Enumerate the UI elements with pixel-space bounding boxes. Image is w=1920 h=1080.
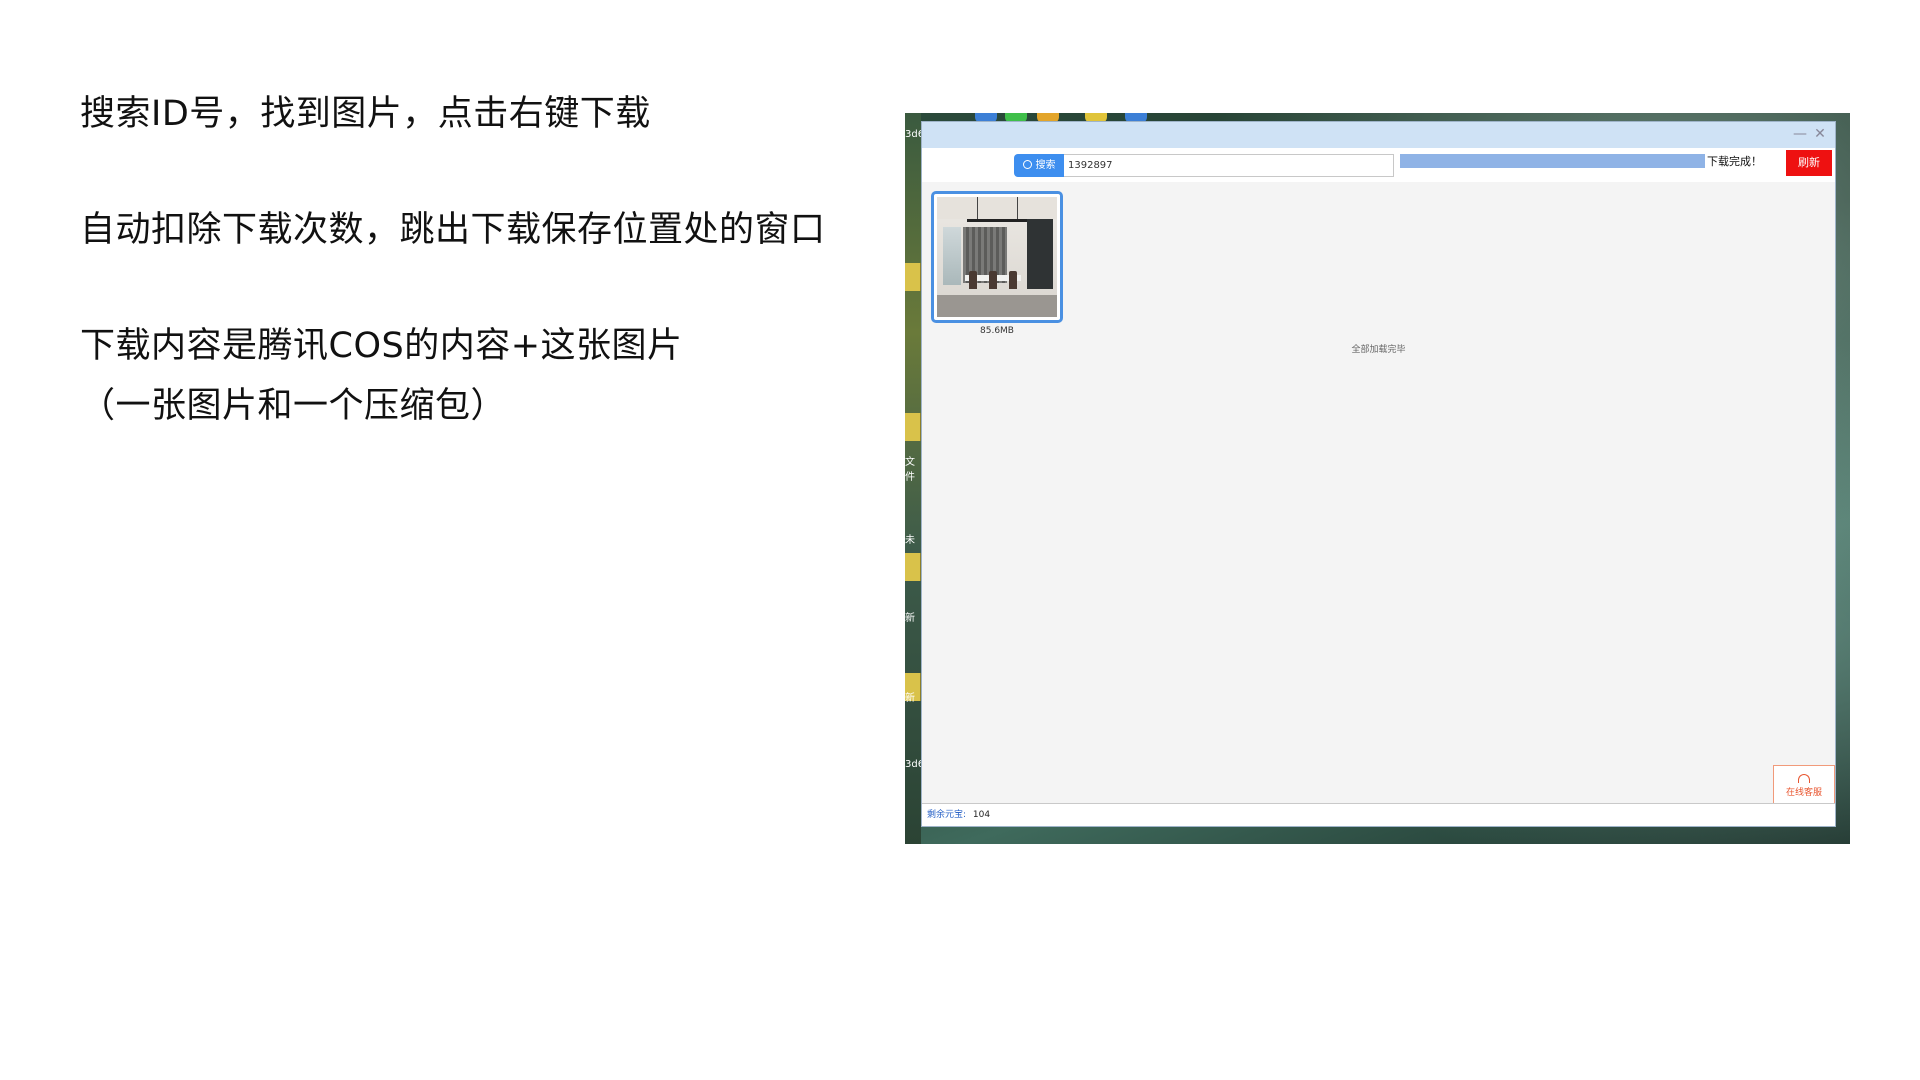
search-button-label: 搜索 <box>1035 160 1056 171</box>
result-thumbnail <box>937 197 1057 317</box>
search-button[interactable]: 搜索 <box>1014 154 1064 177</box>
search-input[interactable]: 1392897 <box>1064 154 1394 177</box>
online-service-label: 在线客服 <box>1785 788 1822 798</box>
download-status-text: 下载完成！ <box>1707 155 1762 168</box>
download-progress-fill <box>1400 154 1705 168</box>
desktop-label: 文件 <box>905 457 915 483</box>
all-loaded-message: 全部加载完毕 <box>1351 345 1406 355</box>
status-bar: 剩余元宝: 104 <box>922 803 1835 826</box>
minimize-icon[interactable]: — <box>1791 125 1809 143</box>
downloader-window: — ✕ 搜索 1392897 下载完成！ 刷新 85.6MB 全部加载完毕 在线… <box>921 121 1836 827</box>
desktop-label: 未 <box>905 535 915 546</box>
desktop-label: 新 <box>905 613 915 624</box>
result-file-size: 85.6MB <box>980 326 1014 336</box>
note-line-3: 下载内容是腾讯COS的内容+这张图片 <box>80 326 683 366</box>
instruction-notes: 搜索ID号，找到图片，点击右键下载 自动扣除下载次数，跳出下载保存位置处的窗口 … <box>80 84 860 436</box>
title-bar: — ✕ <box>922 122 1835 148</box>
desktop-folder-icon[interactable] <box>905 553 921 581</box>
close-icon[interactable]: ✕ <box>1811 125 1829 143</box>
desktop-folder-icon[interactable] <box>905 413 921 441</box>
desktop-label: 新 <box>905 693 915 704</box>
desktop-folder-icon[interactable] <box>905 263 921 291</box>
results-area: 85.6MB 全部加载完毕 在线客服 <box>922 182 1835 813</box>
note-line-1: 搜索ID号，找到图片，点击右键下载 <box>80 94 651 134</box>
balance-value: 104 <box>972 810 991 820</box>
result-image-card[interactable] <box>931 191 1063 323</box>
toolbar: 搜索 1392897 下载完成！ 刷新 <box>922 148 1835 182</box>
app-screenshot: 3d6 文件 未 新 新 3d6 — ✕ 搜索 1392897 下载完成！ 刷新 <box>905 113 1850 844</box>
download-progress-bar <box>1400 154 1705 168</box>
desktop-icon-column: 3d6 文件 未 新 新 3d6 <box>905 113 924 844</box>
refresh-button[interactable]: 刷新 <box>1786 150 1832 176</box>
search-icon <box>1022 160 1032 169</box>
headset-icon <box>1798 774 1810 783</box>
note-line-2: 自动扣除下载次数，跳出下载保存位置处的窗口 <box>80 210 826 250</box>
balance-label: 剩余元宝: <box>927 810 967 820</box>
note-line-4: （一张图片和一个压缩包） <box>80 386 507 426</box>
